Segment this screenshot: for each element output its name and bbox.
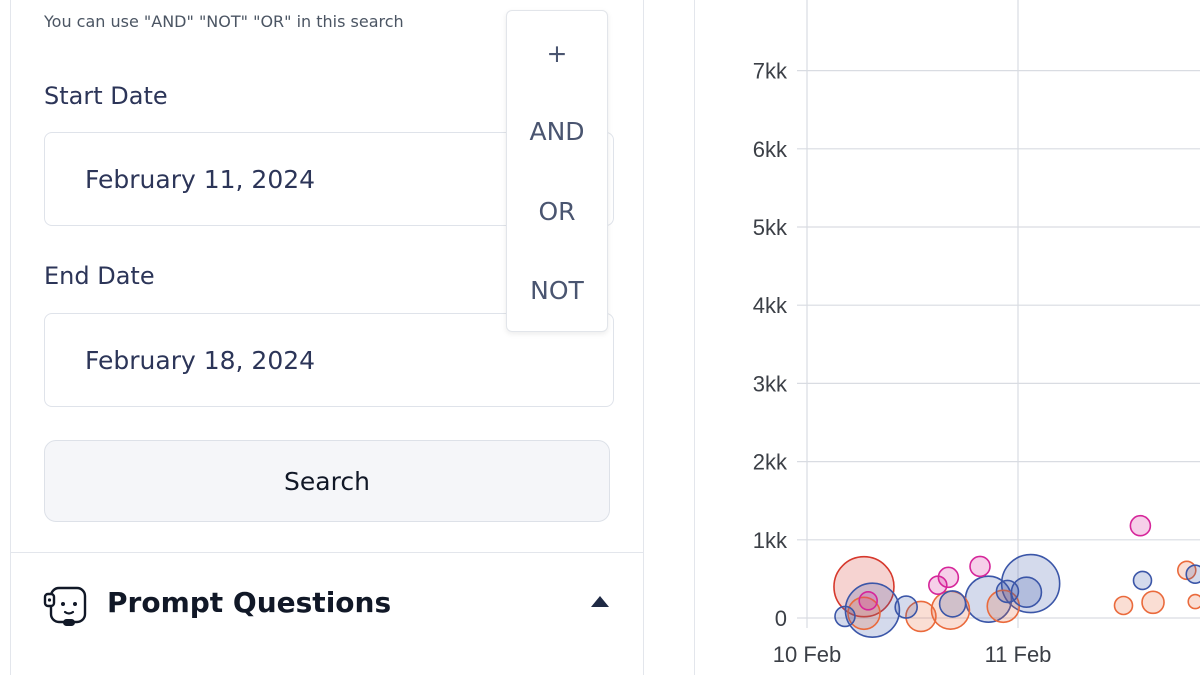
y-tick-label: 0 <box>775 606 787 631</box>
y-tick-label: 2kk <box>753 450 788 475</box>
bubble-point <box>1129 514 1152 537</box>
bubble-point <box>1132 570 1153 591</box>
operator-or-item[interactable]: OR <box>507 197 607 226</box>
operator-not-item[interactable]: NOT <box>507 276 607 305</box>
operator-and-item[interactable]: AND <box>507 117 607 146</box>
bubble-point <box>858 590 878 611</box>
y-tick-label: 3kk <box>753 371 788 396</box>
bubble-chart: 01kk2kk3kk4kk5kk6kk7kk10 Feb11 Feb1 <box>694 0 1200 675</box>
search-button[interactable]: Search <box>44 440 610 522</box>
y-tick-label: 1kk <box>753 528 788 553</box>
search-hint: You can use "AND" "NOT" "OR" in this sea… <box>44 12 404 31</box>
y-tick-label: 5kk <box>753 215 788 240</box>
start-date-label: Start Date <box>44 82 168 110</box>
x-tick-label: 11 Feb <box>985 642 1052 667</box>
y-tick-label: 6kk <box>753 137 788 162</box>
bubble-point <box>1113 595 1134 616</box>
y-tick-label: 7kk <box>753 59 788 84</box>
end-date-label: End Date <box>44 262 155 290</box>
y-tick-label: 4kk <box>753 293 788 318</box>
section-divider <box>11 552 643 553</box>
prompt-questions-title: Prompt Questions <box>107 586 392 619</box>
bubble-point <box>995 579 1020 604</box>
chevron-up-icon <box>591 596 609 607</box>
bubble-point <box>1187 593 1200 610</box>
operator-menu: + AND OR NOT <box>506 10 608 332</box>
x-tick-label: 10 Feb <box>773 642 842 667</box>
bubble-point <box>928 575 948 595</box>
bubble-point <box>938 590 967 618</box>
operator-add-item[interactable]: + <box>507 39 607 68</box>
bubble-point <box>969 555 991 578</box>
bubble-point <box>894 595 918 619</box>
bubble-point <box>834 605 856 628</box>
bubble-point <box>1141 590 1165 615</box>
prompt-questions-toggle[interactable]: Prompt Questions <box>11 560 643 646</box>
robot-face-icon <box>43 586 87 626</box>
bubble-chart-svg: 01kk2kk3kk4kk5kk6kk7kk10 Feb11 Feb1 <box>753 0 1200 667</box>
bubble-point <box>1185 564 1200 585</box>
